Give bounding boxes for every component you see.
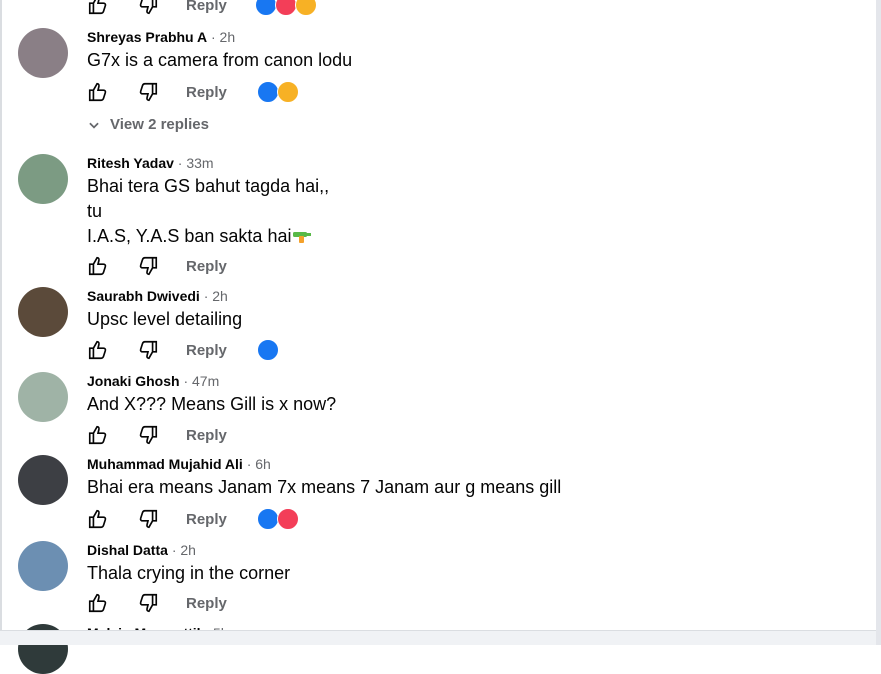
dislike-icon[interactable]	[137, 339, 159, 361]
comment-author[interactable]: Dishal Datta	[87, 542, 168, 558]
view-replies-button[interactable]: View 2 replies	[87, 116, 209, 133]
avatar[interactable]	[18, 28, 68, 78]
like-icon[interactable]	[87, 339, 109, 361]
reaction-summary[interactable]	[257, 508, 299, 530]
scrollbar-track[interactable]	[876, 0, 881, 645]
like-icon[interactable]	[87, 255, 109, 277]
dislike-icon[interactable]	[137, 255, 159, 277]
view-replies-label: View 2 replies	[110, 116, 209, 133]
comment-text: Upsc level detailing	[87, 309, 243, 329]
dislike-icon[interactable]	[137, 424, 159, 446]
like-icon[interactable]	[87, 508, 109, 530]
reply-button[interactable]: Reply	[186, 342, 227, 359]
comment-text-line: Bhai tera GS bahut tagda hai,,	[87, 176, 330, 196]
avatar[interactable]	[18, 455, 68, 505]
water-pistol-emoji-icon	[293, 232, 312, 243]
like-reaction-icon	[257, 81, 279, 103]
haha-reaction-icon	[277, 81, 299, 103]
reaction-summary[interactable]	[255, 0, 317, 16]
like-icon[interactable]	[87, 0, 109, 16]
comment-author[interactable]: Jonaki Ghosh	[87, 373, 180, 389]
like-reaction-icon	[255, 0, 277, 16]
avatar[interactable]	[18, 154, 68, 204]
chevron-down-icon	[89, 122, 99, 129]
comment-text: And X??? Means Gill is x now?	[87, 394, 337, 414]
avatar[interactable]	[18, 287, 68, 337]
comment-time[interactable]: · 47m	[183, 373, 219, 389]
dislike-icon[interactable]	[137, 592, 159, 614]
comment-text: Bhai era means Janam 7x means 7 Janam au…	[87, 477, 562, 497]
comment-text-line: I.A.S, Y.A.S ban sakta hai	[87, 224, 858, 249]
comment-time[interactable]: · 2h	[204, 288, 228, 304]
comment-time[interactable]: · 2h	[211, 29, 235, 45]
window-bottom-edge	[0, 630, 881, 645]
like-icon[interactable]	[87, 81, 109, 103]
reply-button[interactable]: Reply	[186, 84, 227, 101]
love-reaction-icon	[275, 0, 297, 16]
dislike-icon[interactable]	[137, 81, 159, 103]
reply-button[interactable]: Reply	[186, 0, 227, 14]
like-icon[interactable]	[87, 424, 109, 446]
like-icon[interactable]	[87, 592, 109, 614]
reply-button[interactable]: Reply	[186, 427, 227, 444]
avatar[interactable]	[18, 541, 68, 591]
dislike-icon[interactable]	[137, 508, 159, 530]
comment-author[interactable]: Shreyas Prabhu A	[87, 29, 207, 45]
haha-reaction-icon	[295, 0, 317, 16]
frame-left-border	[0, 0, 2, 645]
like-reaction-icon	[257, 339, 279, 361]
reply-button[interactable]: Reply	[186, 595, 227, 612]
comment-time[interactable]: · 6h	[247, 456, 271, 472]
comment-author[interactable]: Muhammad Mujahid Ali	[87, 456, 243, 472]
comment-author[interactable]: Saurabh Dwivedi	[87, 288, 200, 304]
reply-button[interactable]: Reply	[186, 511, 227, 528]
reaction-summary[interactable]	[257, 81, 299, 103]
like-reaction-icon	[257, 508, 279, 530]
love-reaction-icon	[277, 508, 299, 530]
reply-button[interactable]: Reply	[186, 258, 227, 275]
comment-text-line: tu	[87, 201, 103, 221]
comment-text: G7x is a camera from canon lodu	[87, 50, 353, 70]
comment-time[interactable]: · 33m	[178, 155, 214, 171]
reaction-summary[interactable]	[257, 339, 279, 361]
comment-author[interactable]: Ritesh Yadav	[87, 155, 174, 171]
dislike-icon[interactable]	[137, 0, 159, 16]
avatar[interactable]	[18, 372, 68, 422]
comment-text: Thala crying in the corner	[87, 563, 291, 583]
comment-time[interactable]: · 2h	[172, 542, 196, 558]
